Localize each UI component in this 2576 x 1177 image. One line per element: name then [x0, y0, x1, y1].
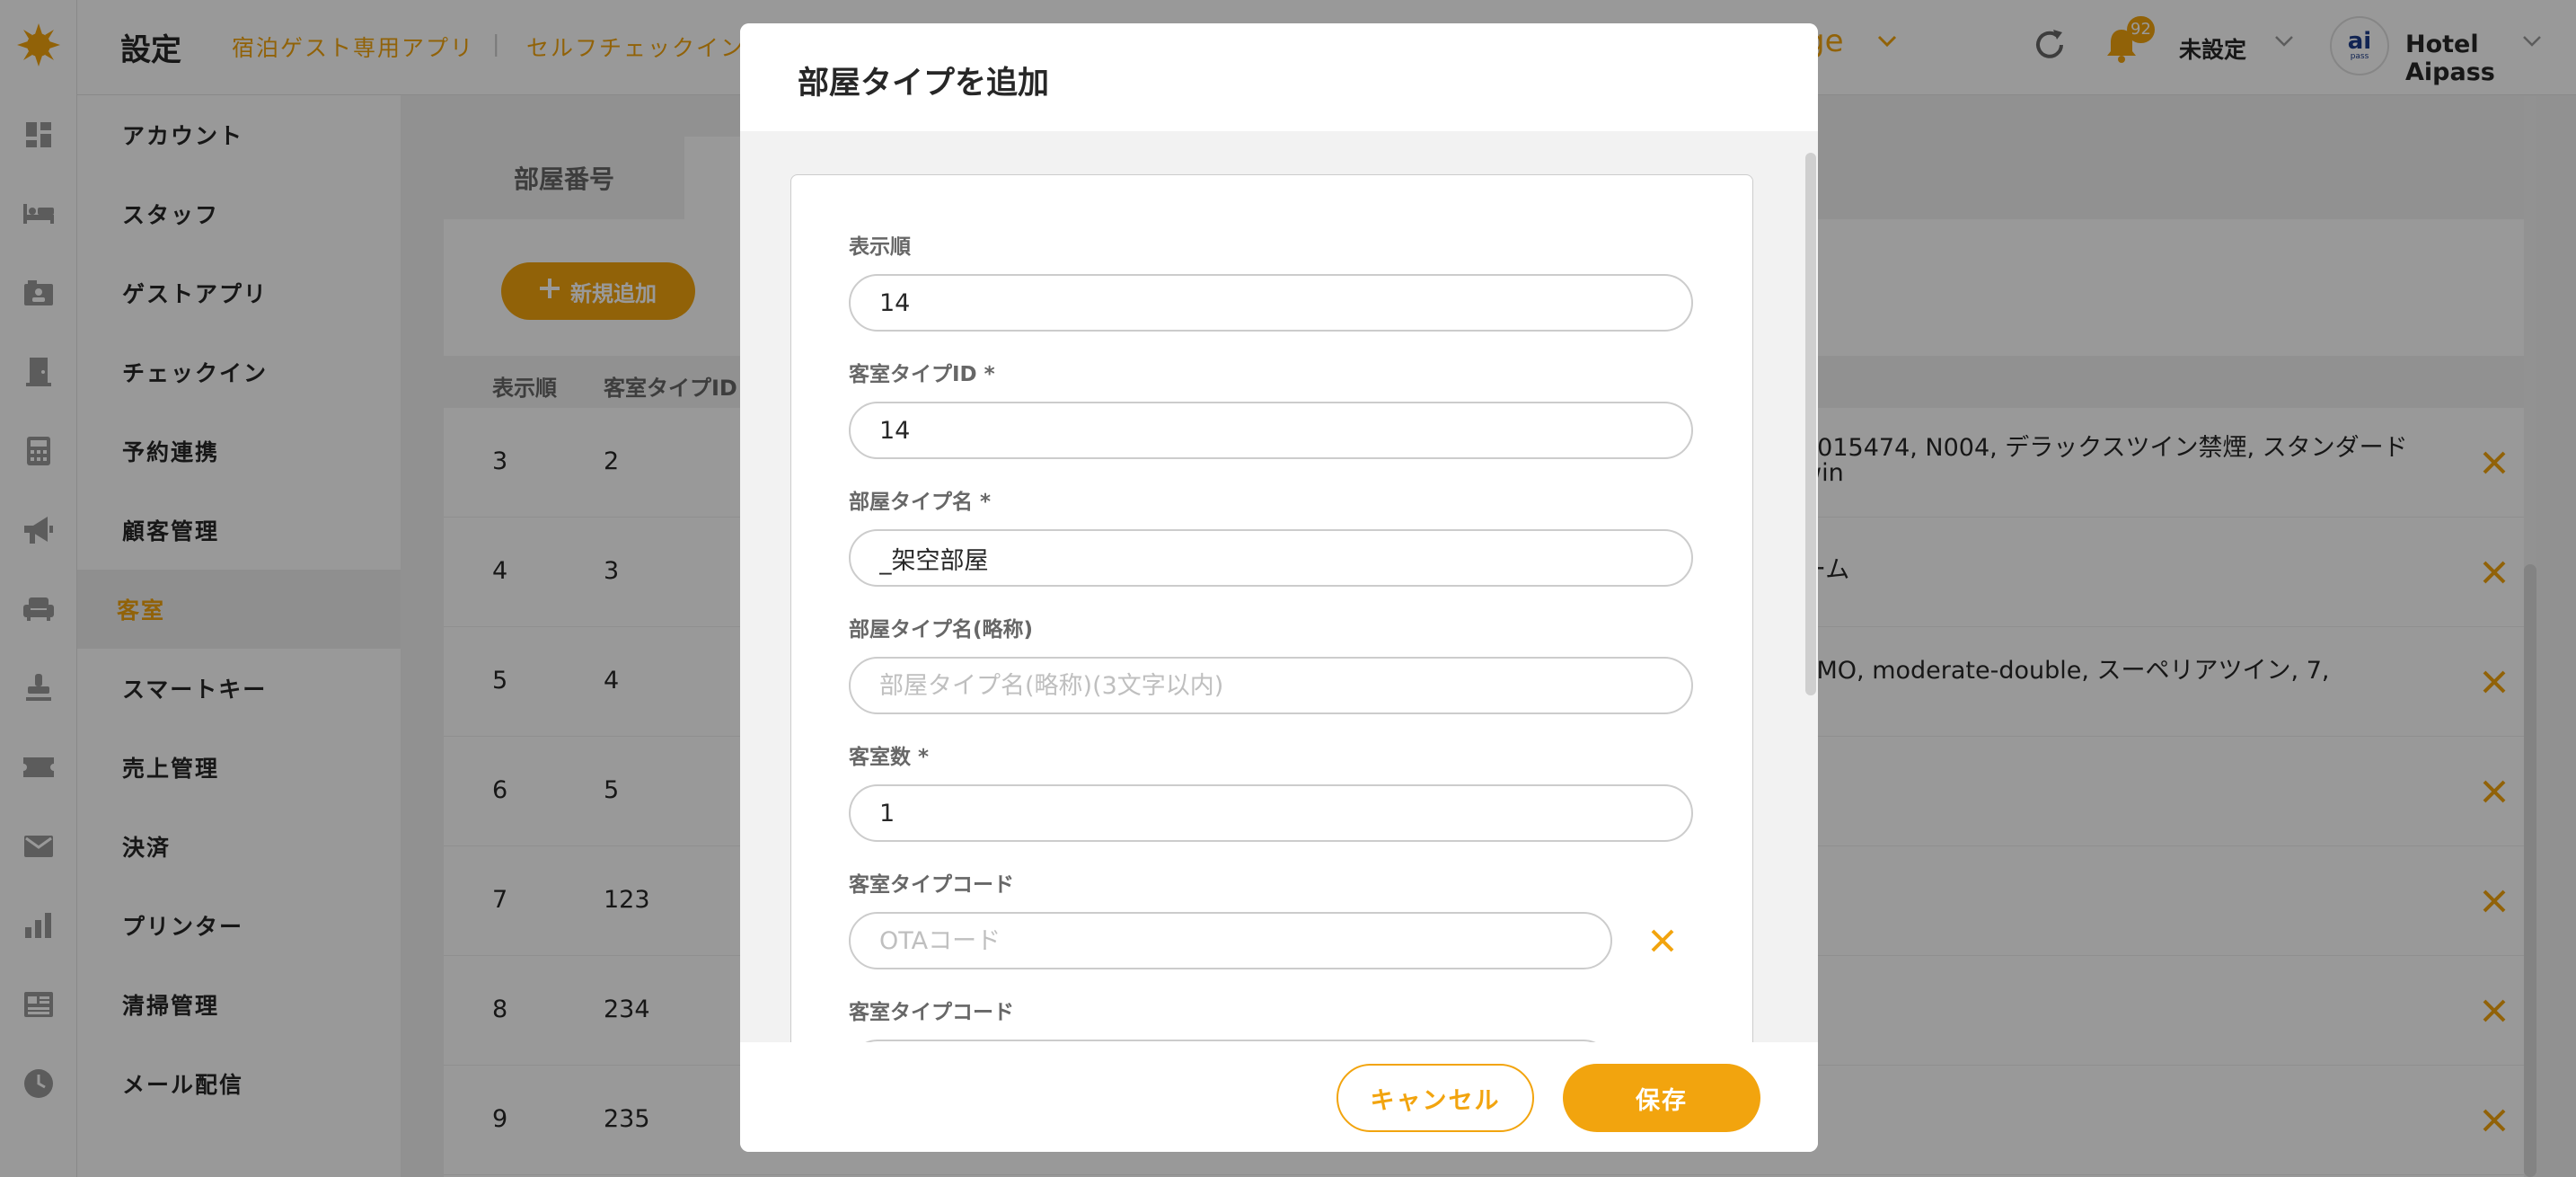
type-name-label: 部屋タイプ名 *: [849, 491, 992, 514]
display-order-input[interactable]: [849, 274, 1693, 332]
modal-title: 部屋タイプを追加: [798, 66, 1050, 102]
modal-header: 部屋タイプを追加: [740, 23, 1818, 131]
modal-body: 表示順 客室タイプID * 部屋タイプ名 * 部屋タイプ名(略称) 客室数 * …: [740, 131, 1818, 1042]
modal-scrollbar-thumb[interactable]: [1805, 153, 1816, 695]
display-order-label: 表示順: [849, 235, 911, 259]
type-short-name-input[interactable]: [849, 657, 1693, 714]
type-name-input[interactable]: [849, 529, 1693, 587]
room-count-label: 客室数 *: [849, 746, 930, 769]
save-button[interactable]: 保存: [1563, 1064, 1760, 1132]
type-code-input[interactable]: [849, 912, 1612, 969]
type-id-label: 客室タイプID *: [849, 363, 995, 386]
add-room-type-dialog: 部屋タイプを追加 表示順 客室タイプID * 部屋タイプ名 * 部屋タイプ名(略…: [740, 23, 1818, 1152]
type-code-label: 客室タイプコード: [849, 1001, 1014, 1024]
type-short-name-label: 部屋タイプ名(略称): [849, 618, 1034, 642]
modal-footer: キャンセル 保存: [740, 1042, 1818, 1152]
close-icon[interactable]: [1648, 926, 1677, 955]
type-code-label: 客室タイプコード: [849, 873, 1014, 897]
room-count-input[interactable]: [849, 784, 1693, 842]
form-card: 表示順 客室タイプID * 部屋タイプ名 * 部屋タイプ名(略称) 客室数 * …: [790, 174, 1753, 1042]
type-id-input[interactable]: [849, 402, 1693, 459]
cancel-button[interactable]: キャンセル: [1337, 1064, 1534, 1132]
